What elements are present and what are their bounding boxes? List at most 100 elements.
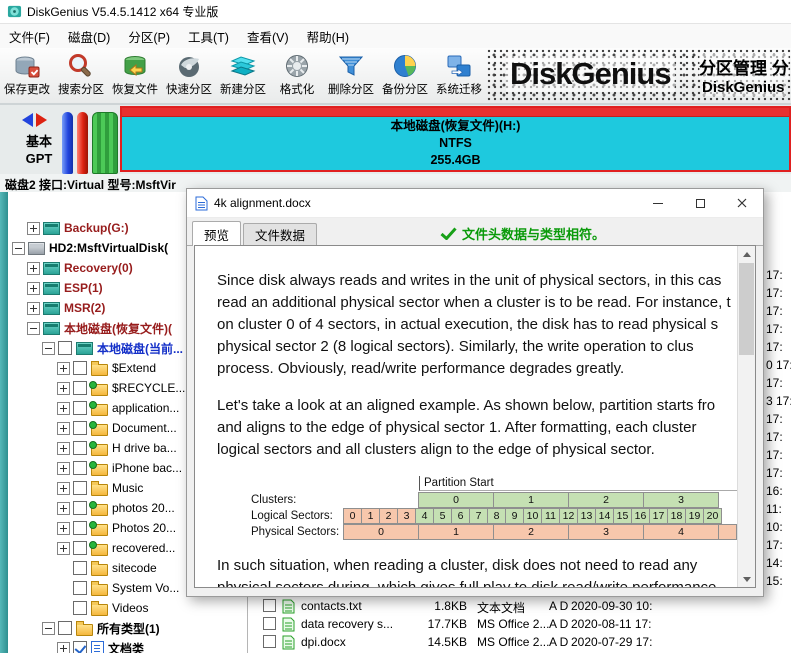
tree-item-label: Music — [112, 481, 144, 495]
tree-checkbox[interactable] — [73, 381, 87, 395]
tree-checkbox[interactable] — [73, 361, 87, 375]
tree-checkbox[interactable] — [73, 421, 87, 435]
logical-sectors-row: Logical Sectors: 0 1 2 3 4 5 6 7 8 9 10 11 12 13 14 15 16… — [217, 508, 738, 524]
menu-item-view[interactable]: 查看(V) — [238, 24, 298, 48]
expand-icon[interactable] — [57, 421, 70, 435]
disk-type-label: 基本 — [25, 134, 52, 149]
expand-icon[interactable] — [57, 401, 70, 415]
tree-item-all-types[interactable]: 所有类型(1) — [8, 618, 247, 638]
logical-sector-cell: 3 — [397, 508, 416, 524]
preview-dialog: 4k alignment.docx 文件头数据与类型相符。 预览 文件数据 Sin… — [186, 188, 764, 597]
expand-icon[interactable] — [27, 261, 40, 275]
cluster-cell: 0 — [418, 492, 494, 508]
cluster-cell: 2 — [568, 492, 644, 508]
file-icon — [282, 599, 295, 614]
expand-icon[interactable] — [57, 521, 70, 535]
expand-icon[interactable] — [57, 461, 70, 475]
collapse-icon[interactable] — [12, 241, 25, 255]
tab-preview[interactable]: 预览 — [192, 221, 242, 246]
row-label: Clusters: — [251, 494, 297, 506]
cluster-cell: 1 — [493, 492, 569, 508]
menu-item-help[interactable]: 帮助(H) — [298, 24, 358, 48]
collapse-icon[interactable] — [42, 621, 55, 635]
expand-icon[interactable] — [57, 541, 70, 555]
capacity-bar-red — [77, 112, 88, 174]
expand-icon[interactable] — [57, 501, 70, 515]
tree-checkbox[interactable] — [73, 501, 87, 515]
tree-checkbox[interactable] — [73, 601, 87, 615]
file-time-fragment: 17: — [766, 268, 783, 282]
quick-partition-button[interactable]: 快速分区 — [162, 48, 216, 103]
file-row[interactable]: dpi.docx 14.5KB MS Office 2... A D 2020-07-2… — [249, 634, 791, 652]
file-size: 14.5KB — [427, 635, 467, 649]
toolbar-button-label: 搜索分区 — [58, 84, 104, 96]
physical-sector-cell: 3 — [568, 524, 644, 540]
expand-icon[interactable] — [57, 641, 70, 653]
scroll-down-button[interactable] — [738, 571, 755, 587]
expand-icon[interactable] — [27, 281, 40, 295]
next-disk-arrow[interactable] — [36, 113, 47, 127]
tree-item-videos[interactable]: Videos — [8, 598, 247, 618]
search-button[interactable]: 搜索分区 — [54, 48, 108, 103]
collapse-icon[interactable] — [27, 321, 40, 335]
tree-checkbox[interactable] — [73, 581, 87, 595]
tree-checkbox[interactable] — [73, 401, 87, 415]
expand-icon[interactable] — [57, 361, 70, 375]
expand-icon[interactable] — [57, 481, 70, 495]
tree-item-label: Backup(G:) — [64, 221, 129, 235]
collapse-icon[interactable] — [42, 341, 55, 355]
system-migration-button[interactable]: 系统迁移 — [432, 48, 486, 103]
tree-checkbox[interactable] — [73, 641, 87, 653]
expand-icon[interactable] — [27, 221, 40, 235]
tree-checkbox[interactable] — [58, 341, 72, 355]
tree-checkbox[interactable] — [73, 441, 87, 455]
delete-partition-button[interactable]: 删除分区 — [324, 48, 378, 103]
expand-icon[interactable] — [27, 301, 40, 315]
file-row[interactable]: contacts.txt 1.8KB 文本文档 A D 2020-09-30 10: — [249, 598, 791, 616]
file-size: 1.8KB — [434, 599, 467, 613]
dialog-tabs: 文件头数据与类型相符。 预览 文件数据 — [187, 218, 763, 246]
menu-item-tools[interactable]: 工具(T) — [179, 24, 238, 48]
file-checkbox[interactable] — [263, 635, 276, 648]
recover-files-button[interactable]: 恢复文件 — [108, 48, 162, 103]
dialog-maximize-button[interactable] — [679, 189, 721, 217]
tree-checkbox[interactable] — [73, 461, 87, 475]
logo-tagline-bottom: DiskGenius — [702, 79, 785, 96]
tree-item-label: Photos 20... — [112, 521, 177, 535]
preview-scrollbar[interactable] — [737, 246, 755, 587]
prev-disk-arrow[interactable] — [22, 113, 33, 127]
format-icon — [283, 52, 311, 80]
scrollbar-thumb[interactable] — [739, 263, 754, 355]
file-time: 2020-07-29 17: — [571, 635, 653, 649]
new-partition-button[interactable]: 新建分区 — [216, 48, 270, 103]
menu-item-partition[interactable]: 分区(P) — [119, 24, 179, 48]
tree-item-document-class[interactable]: 文档类 — [8, 638, 247, 653]
file-checkbox[interactable] — [263, 617, 276, 630]
folder-icon — [89, 420, 108, 436]
backup-partition-button[interactable]: 备份分区 — [378, 48, 432, 103]
partition-block-h[interactable]: 本地磁盘(恢复文件)(H:) NTFS 255.4GB — [120, 106, 791, 172]
disk-mode-labels: 基本 GPT — [10, 133, 68, 167]
expand-icon[interactable] — [57, 441, 70, 455]
file-checkbox[interactable] — [263, 599, 276, 612]
system-migration-icon — [445, 52, 473, 80]
dialog-titlebar[interactable]: 4k alignment.docx — [187, 189, 763, 218]
tree-checkbox[interactable] — [73, 561, 87, 575]
dialog-minimize-button[interactable] — [637, 189, 679, 217]
save-button[interactable]: 保存更改 — [0, 48, 54, 103]
file-time-fragment: 16: — [766, 484, 783, 498]
menu-item-file[interactable]: 文件(F) — [0, 24, 59, 48]
file-time-fragment: 17: — [766, 412, 783, 426]
tree-checkbox[interactable] — [73, 481, 87, 495]
scroll-up-button[interactable] — [738, 246, 755, 262]
tree-checkbox[interactable] — [73, 541, 87, 555]
tab-file-data[interactable]: 文件数据 — [243, 223, 318, 245]
partition-size: 255.4GB — [430, 153, 481, 167]
tree-checkbox[interactable] — [58, 621, 72, 635]
format-button[interactable]: 格式化 — [270, 48, 324, 103]
menu-item-disk[interactable]: 磁盘(D) — [59, 24, 119, 48]
dialog-close-button[interactable] — [721, 189, 763, 217]
expand-icon[interactable] — [57, 381, 70, 395]
tree-checkbox[interactable] — [73, 521, 87, 535]
file-row[interactable]: data recovery s... 17.7KB MS Office 2... A … — [249, 616, 791, 634]
